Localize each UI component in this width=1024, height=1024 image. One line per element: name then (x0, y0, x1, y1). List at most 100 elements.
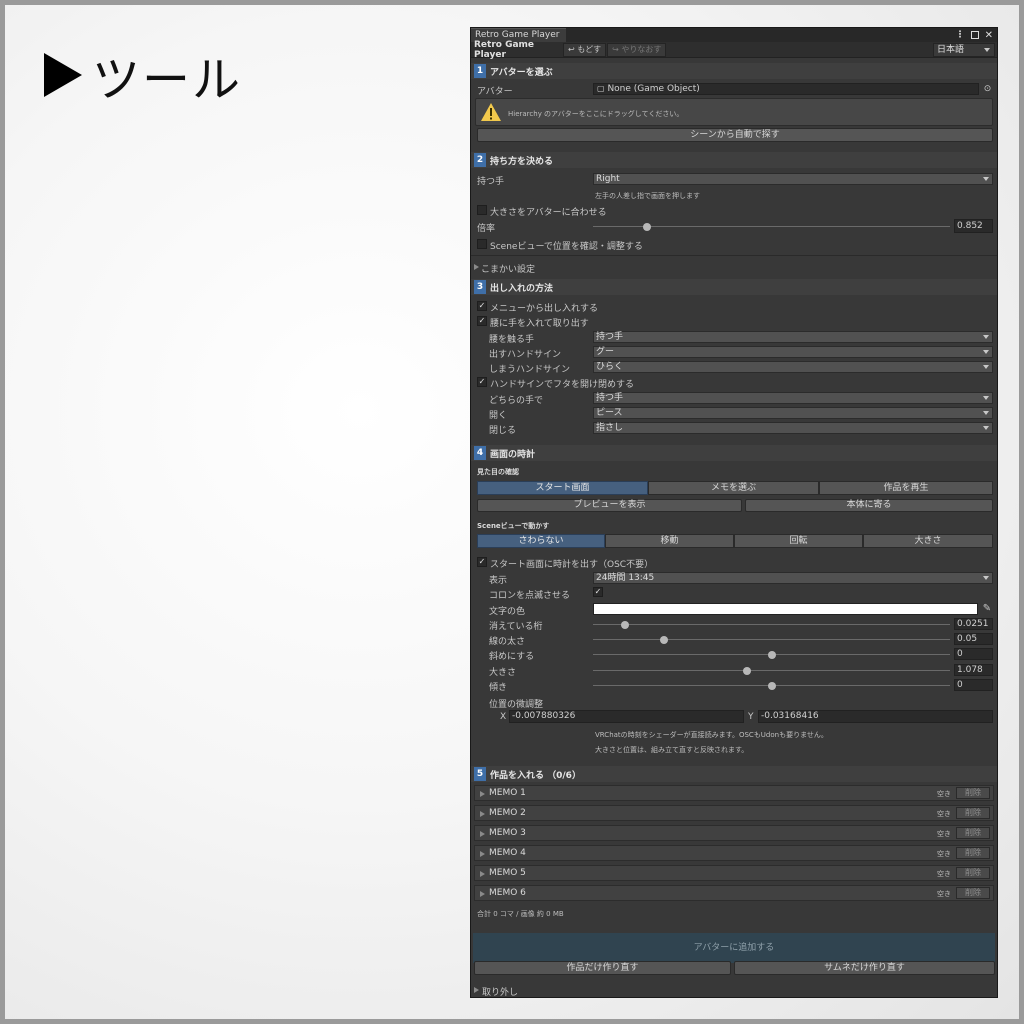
in-sign-dropdown[interactable]: ひらく (593, 361, 993, 373)
object-picker-icon[interactable]: ⊙ (981, 83, 994, 95)
maximize-icon[interactable] (970, 31, 979, 39)
hand-hint: 左手の人差し指で画面を押します (595, 192, 700, 200)
slider-value-field[interactable]: 0.0251 (954, 618, 993, 630)
slider-handle[interactable] (660, 635, 669, 644)
section-title: 画面の時計 (490, 449, 536, 460)
eyedropper-icon[interactable]: ✎ (980, 602, 994, 615)
section-title: アバターを選ぶ (490, 67, 553, 78)
heading-text: ツール (92, 52, 243, 108)
delete-button[interactable]: 削除 (956, 787, 990, 799)
slider-value-field[interactable]: 0 (954, 679, 993, 691)
foldout-arrow-icon[interactable] (480, 871, 485, 877)
clock-label: スタート画面に時計を出す（OSC不要） (490, 560, 654, 570)
section-number: 3 (474, 280, 486, 294)
touch-hand-dropdown[interactable]: 持つ手 (593, 331, 993, 343)
language-dropdown[interactable]: 日本語 (933, 43, 995, 57)
section-3-header: 3 出し入れの方法 (471, 279, 997, 295)
close-icon[interactable]: ✕ (985, 30, 993, 41)
slider-value-field[interactable]: 0 (954, 648, 993, 660)
scale-slider-track[interactable] (593, 222, 950, 231)
scene-tab-scale[interactable]: 大きさ (863, 534, 993, 548)
lid-label: ハンドサインでフタを開け閉めする (490, 380, 635, 390)
preview-button[interactable]: プレビューを表示 (477, 499, 742, 512)
memo-row[interactable]: MEMO 4 空き 削除 (474, 845, 994, 861)
look-tab-play[interactable]: 作品を再生 (819, 481, 993, 495)
scene-adjust-checkbox[interactable] (477, 239, 487, 249)
menu-toggle-checkbox[interactable]: ✓ (477, 301, 487, 311)
text-color-field[interactable] (593, 603, 978, 615)
scale-value-field[interactable]: 0.852 (954, 219, 993, 233)
close-dropdown[interactable]: 指さし (593, 422, 993, 434)
memo-row[interactable]: MEMO 5 空き 削除 (474, 865, 994, 881)
redo-button[interactable]: ↪ やりなおす (607, 42, 667, 57)
y-offset-field[interactable]: -0.03168416 (758, 710, 993, 723)
slider-label: 消えている桁 (489, 622, 543, 632)
colon-blink-checkbox[interactable]: ✓ (593, 587, 603, 597)
slider-handle[interactable] (767, 681, 776, 690)
chevron-down-icon (983, 177, 989, 181)
dropdown-value: 持つ手 (596, 393, 624, 403)
scene-tab-move[interactable]: 移動 (605, 534, 734, 548)
hand-dropdown[interactable]: Right (593, 173, 993, 185)
foldout-arrow-icon[interactable] (480, 831, 485, 837)
delete-button[interactable]: 削除 (956, 887, 990, 899)
memo-row[interactable]: MEMO 3 空き 削除 (474, 825, 994, 841)
rebuild-thumbs-button[interactable]: サムネだけ作り直す (734, 961, 995, 975)
display-dropdown[interactable]: 24時間 13:45 (593, 572, 993, 584)
dropdown-value: 持つ手 (596, 332, 624, 342)
delete-button[interactable]: 削除 (956, 847, 990, 859)
slider-handle[interactable] (742, 666, 751, 675)
foldout-arrow-icon[interactable] (480, 811, 485, 817)
lid-checkbox[interactable]: ✓ (477, 377, 487, 387)
section-title: 作品を入れる （0/6） (490, 770, 581, 781)
clock-checkbox[interactable]: ✓ (477, 557, 487, 567)
look-tab-memo[interactable]: メモを選ぶ (648, 481, 819, 495)
slider-label: 線の太さ (489, 637, 526, 647)
avatar-object-field[interactable]: ▢ None (Game Object) (593, 83, 979, 95)
chevron-down-icon (984, 48, 990, 52)
undo-button[interactable]: ↩ もどす (563, 42, 607, 57)
remove-foldout[interactable]: 取り外し (482, 985, 518, 997)
slider-track[interactable] (593, 666, 950, 675)
foldout-arrow-icon[interactable] (480, 791, 485, 797)
which-hand-dropdown[interactable]: 持つ手 (593, 392, 993, 404)
delete-button[interactable]: 削除 (956, 827, 990, 839)
memo-row[interactable]: MEMO 1 空き 削除 (474, 785, 994, 801)
delete-button[interactable]: 削除 (956, 867, 990, 879)
open-dropdown[interactable]: ピース (593, 407, 993, 419)
hand-value: Right (596, 174, 620, 184)
slider-track[interactable] (593, 650, 950, 659)
foldout-arrow-icon[interactable] (480, 851, 485, 857)
dropdown-value: ひらく (596, 362, 624, 372)
section-number: 4 (474, 446, 486, 460)
foldout-arrow-icon[interactable] (480, 891, 485, 897)
foldout-arrow-icon[interactable] (474, 987, 479, 993)
slider-track[interactable] (593, 620, 950, 629)
memo-row[interactable]: MEMO 2 空き 削除 (474, 805, 994, 821)
x-offset-field[interactable]: -0.007880326 (509, 710, 744, 723)
memo-row[interactable]: MEMO 6 空き 削除 (474, 885, 994, 901)
slider-track[interactable] (593, 635, 950, 644)
scene-tab-none[interactable]: さわらない (477, 534, 605, 548)
detail-settings-foldout[interactable]: こまかい設定 (481, 262, 535, 275)
scene-tab-rotate[interactable]: 回転 (734, 534, 863, 548)
add-to-avatar-button[interactable]: アバターに追加する (473, 933, 995, 963)
slider-value-field[interactable]: 0.05 (954, 633, 993, 645)
fit-size-checkbox[interactable] (477, 205, 487, 215)
near-body-button[interactable]: 本体に寄る (745, 499, 993, 512)
out-sign-dropdown[interactable]: グー (593, 346, 993, 358)
look-tab-start[interactable]: スタート画面 (477, 481, 648, 495)
slider-handle[interactable] (621, 620, 630, 629)
waist-checkbox[interactable]: ✓ (477, 316, 487, 326)
slider-track[interactable] (593, 681, 950, 690)
which-hand-label: どちらの手で (489, 396, 544, 406)
slider-handle[interactable] (767, 650, 776, 659)
delete-button[interactable]: 削除 (956, 807, 990, 819)
scale-slider-handle[interactable] (642, 222, 651, 231)
more-options-icon[interactable]: ⋮ (956, 30, 965, 40)
slider-value-field[interactable]: 1.078 (954, 664, 993, 676)
foldout-arrow-icon[interactable] (474, 264, 479, 270)
auto-find-button[interactable]: シーンから自動で探す (477, 128, 993, 142)
rebuild-works-button[interactable]: 作品だけ作り直す (474, 961, 731, 975)
dropdown-value: 24時間 13:45 (596, 573, 655, 583)
